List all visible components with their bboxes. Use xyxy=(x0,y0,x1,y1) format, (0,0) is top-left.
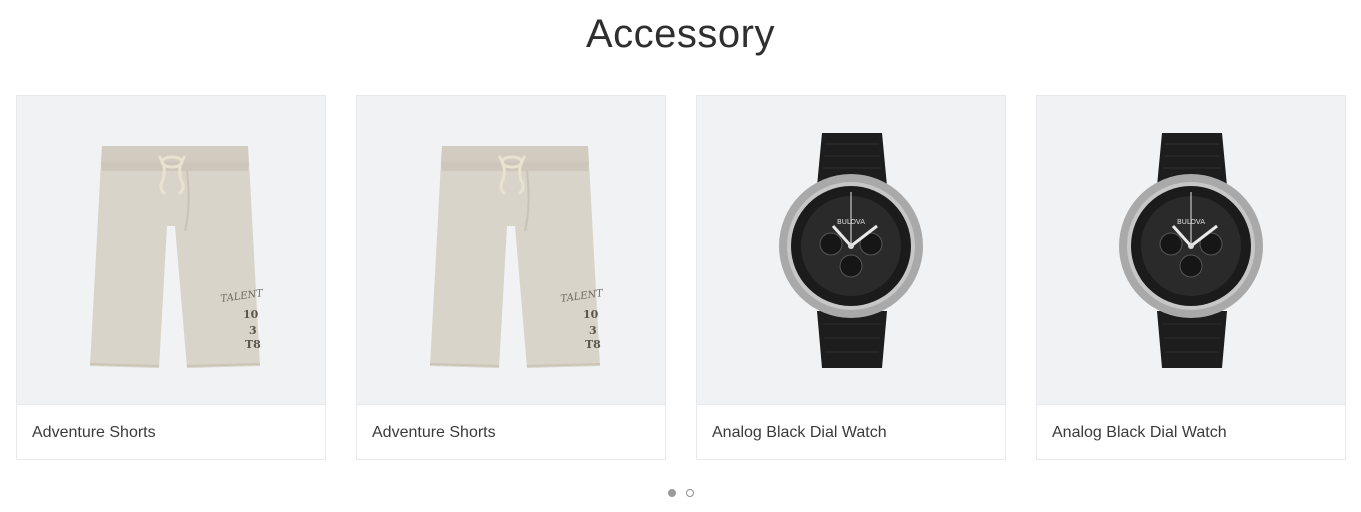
carousel-dot-1[interactable] xyxy=(667,489,676,497)
product-name[interactable]: Analog Black Dial Watch xyxy=(1052,423,1227,443)
watch-image: BULOVA xyxy=(779,133,923,368)
section-title: Accessory xyxy=(586,12,775,56)
svg-text:T8: T8 xyxy=(585,338,601,351)
product-image[interactable]: BULOVA xyxy=(697,96,1005,405)
shorts-image: TALENT 10 3 T8 xyxy=(429,146,605,368)
svg-text:T8: T8 xyxy=(245,338,261,351)
product-image[interactable]: TALENT 10 3 T8 xyxy=(17,96,325,405)
product-name[interactable]: Adventure Shorts xyxy=(372,423,496,443)
svg-text:3: 3 xyxy=(589,324,597,337)
product-name[interactable]: Adventure Shorts xyxy=(32,423,156,443)
svg-text:BULOVA: BULOVA xyxy=(837,218,865,226)
product-card[interactable]: TALENT 10 3 T8 Adventure Shorts xyxy=(356,95,666,460)
svg-text:BULOVA: BULOVA xyxy=(1177,218,1205,226)
product-card[interactable]: BULOVA Analog Black Dial Watch xyxy=(696,95,1006,460)
product-card[interactable]: TALENT 10 3 T8 Adventure Shorts xyxy=(16,95,326,460)
product-image[interactable]: BULOVA xyxy=(1037,96,1345,405)
accessory-section: Accessory TALENT 10 3 T8 Adventure Short… xyxy=(0,0,1361,512)
product-image[interactable]: TALENT 10 3 T8 xyxy=(357,96,665,405)
svg-text:3: 3 xyxy=(249,324,257,337)
shorts-image: TALENT 10 3 T8 xyxy=(89,146,265,368)
product-card[interactable]: BULOVA Analog Black Dial Watch xyxy=(1036,95,1346,460)
carousel-dot-2[interactable] xyxy=(685,489,694,497)
svg-text:10: 10 xyxy=(583,308,599,321)
carousel-pagination xyxy=(0,489,1361,501)
product-carousel: TALENT 10 3 T8 Adventure Shorts TALENT 1… xyxy=(16,95,1346,460)
product-name[interactable]: Analog Black Dial Watch xyxy=(712,423,887,443)
watch-image: BULOVA xyxy=(1119,133,1263,368)
svg-text:10: 10 xyxy=(243,308,259,321)
